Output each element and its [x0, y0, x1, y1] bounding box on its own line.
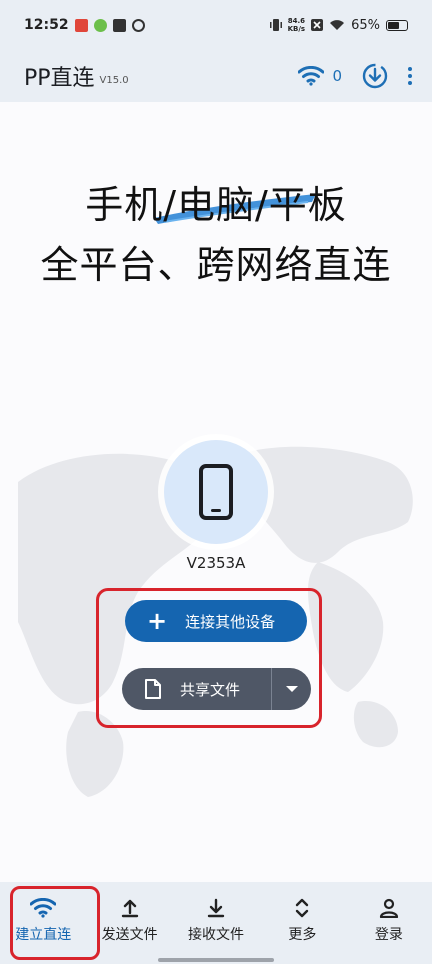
battery-percent: 65% [351, 17, 380, 33]
plus-icon: + [147, 607, 168, 635]
more-vert-icon[interactable] [408, 67, 412, 85]
app-title: PP直连 [24, 66, 95, 91]
app-bar: PP直连 V15.0 0 [0, 50, 432, 102]
wifi-signal-icon [330, 20, 345, 30]
share-button-label: 共享文件 [180, 680, 241, 699]
nav-label: 发送文件 [101, 927, 158, 943]
vibrate-icon [269, 19, 282, 31]
net-speed-unit: KB/s [287, 25, 306, 33]
share-file-button-group: 共享文件 [122, 668, 311, 710]
status-bar-left: 12:52 [24, 17, 145, 33]
expand-icon [296, 898, 309, 918]
notification-app-icon [74, 18, 88, 32]
connect-other-device-button[interactable]: + 连接其他设备 [125, 600, 307, 642]
hero-line-1: 手机/电脑/平板 [85, 183, 347, 227]
main-content: 手机/电脑/平板 全平台、跨网络直连 V2353A + 连接其他设备 共享文件 [0, 102, 432, 882]
wifi-icon [298, 66, 325, 86]
nav-label: 更多 [288, 927, 317, 943]
dropdown-arrow-icon [285, 686, 298, 692]
upload-icon [121, 899, 138, 918]
nav-item-more[interactable]: 更多 [259, 882, 345, 964]
notification-app-icon [93, 18, 107, 32]
notification-circle-icon [131, 18, 145, 32]
net-speed-value: 84.6 [287, 17, 305, 25]
battery-icon [386, 19, 408, 31]
person-icon [379, 898, 398, 918]
share-file-button[interactable]: 共享文件 [122, 668, 271, 710]
notification-square-icon [112, 18, 126, 32]
net-speed: 84.6 KB/s [288, 17, 305, 33]
file-icon [145, 679, 161, 699]
connections-button[interactable]: 0 [298, 66, 342, 86]
device-name: V2353A [186, 554, 246, 572]
app-bar-actions: 0 [298, 63, 412, 89]
phone-icon [199, 464, 233, 520]
status-bar-right: 84.6 KB/s 65% [269, 17, 408, 33]
home-indicator[interactable] [158, 958, 274, 962]
nav-highlight-box [10, 886, 100, 960]
battery-fill [388, 21, 400, 29]
status-time: 12:52 [24, 17, 69, 33]
share-dropdown-button[interactable] [271, 668, 311, 710]
nav-item-login[interactable]: 登录 [346, 882, 432, 964]
no-sim-icon [311, 19, 324, 31]
download-icon [207, 898, 225, 918]
connect-button-label: 连接其他设备 [185, 612, 276, 631]
nav-label: 登录 [374, 927, 403, 943]
nav-item-receive-file[interactable]: 接收文件 [173, 882, 259, 964]
device-avatar[interactable] [164, 440, 268, 544]
status-bar: 12:52 84.6 KB/s 65% [0, 0, 432, 50]
app-version: V15.0 [99, 74, 129, 86]
nav-label: 接收文件 [188, 927, 245, 943]
hero-line-2: 全平台、跨网络直连 [40, 243, 392, 287]
connection-count: 0 [332, 67, 342, 85]
download-icon[interactable] [362, 63, 388, 89]
